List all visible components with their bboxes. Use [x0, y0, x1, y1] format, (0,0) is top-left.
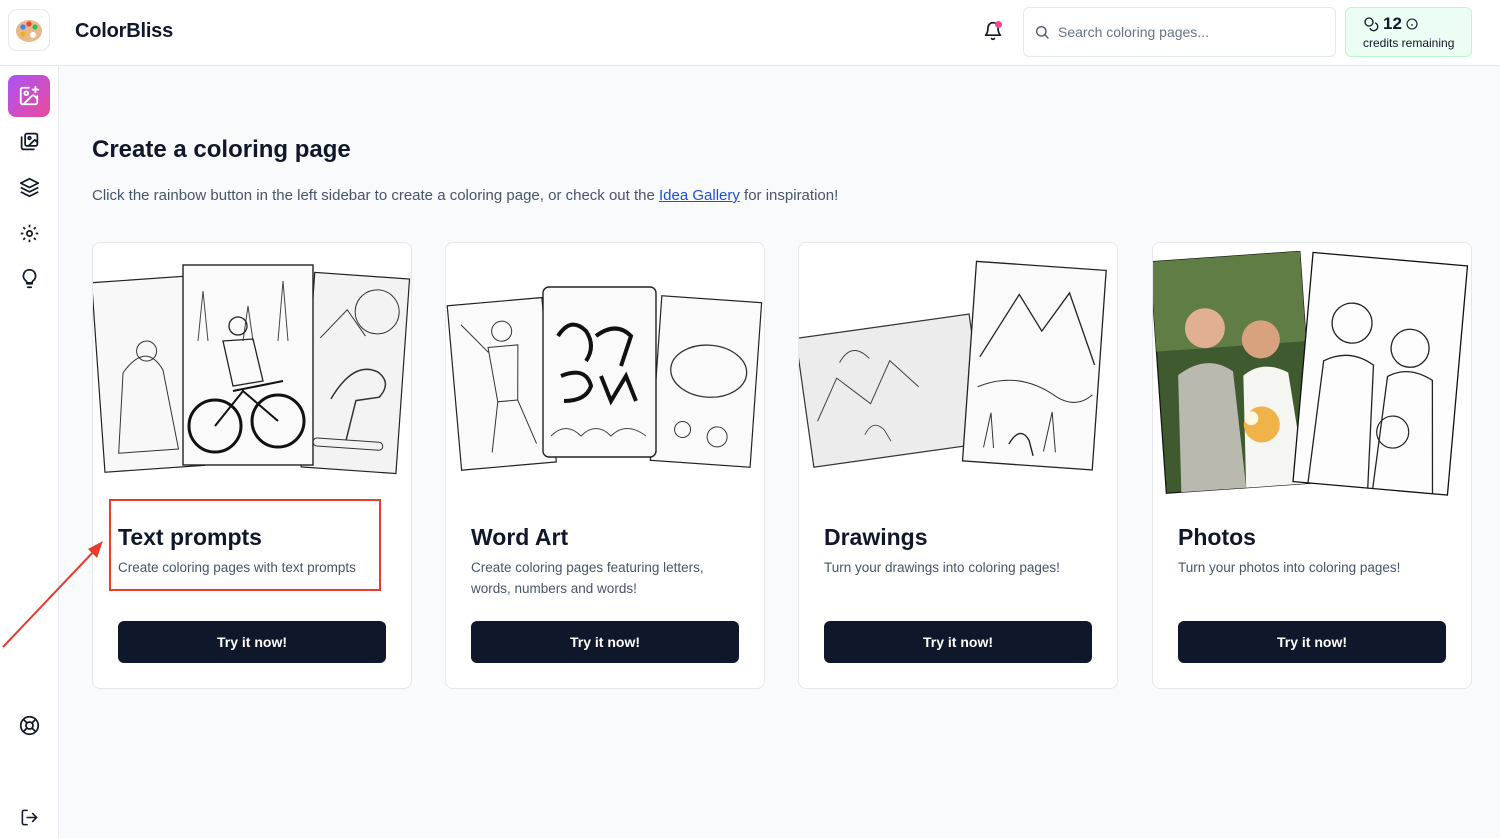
sidebar-item-ideas[interactable] [8, 257, 50, 299]
lightbulb-icon [22, 268, 36, 288]
drawings-illustration [799, 260, 1107, 471]
sidebar [0, 66, 59, 838]
card-drawings: Drawings Turn your drawings into colorin… [798, 242, 1118, 689]
page-title: Create a coloring page [92, 136, 351, 163]
settings-icon [20, 224, 38, 242]
info-icon[interactable] [1406, 18, 1418, 30]
idea-gallery-link[interactable]: Idea Gallery [659, 187, 740, 204]
sidebar-item-layers[interactable] [8, 166, 50, 208]
credits-label: credits remaining [1363, 36, 1455, 50]
text-prompts-illustration [93, 264, 411, 475]
credits-badge[interactable]: 12 credits remaining [1345, 7, 1472, 57]
card-word-art: Word Art Create coloring pages featuring… [445, 242, 765, 689]
create-image-icon [19, 85, 40, 106]
search-input[interactable] [1058, 24, 1308, 40]
card-description: Create coloring pages featuring letters,… [471, 560, 704, 596]
brand-name[interactable]: ColorBliss [75, 20, 173, 43]
sidebar-item-gallery[interactable] [8, 120, 50, 162]
sidebar-item-logout[interactable] [8, 796, 50, 838]
card-description: Turn your drawings into coloring pages! [824, 560, 1060, 575]
try-drawings-button[interactable]: Try it now! [824, 621, 1092, 663]
card-description: Turn your photos into coloring pages! [1178, 560, 1401, 575]
sidebar-item-help[interactable] [8, 704, 50, 746]
photos-illustration [1153, 251, 1469, 496]
try-photos-button[interactable]: Try it now! [1178, 621, 1446, 663]
search-box[interactable] [1023, 7, 1336, 57]
palette-logo-icon[interactable] [8, 9, 50, 51]
sidebar-item-create[interactable] [8, 75, 50, 117]
credits-count: 12 [1383, 14, 1402, 33]
subtitle-text-before: Click the rainbow button in the left sid… [92, 187, 659, 204]
try-text-prompts-button[interactable]: Try it now! [118, 621, 386, 663]
logout-icon [21, 809, 37, 825]
annotation-highlight-box [109, 499, 381, 591]
notification-dot [995, 21, 1002, 28]
card-title: Word Art [471, 524, 569, 550]
coins-icon [1364, 17, 1379, 32]
card-text-prompts: Text prompts Create coloring pages with … [92, 242, 412, 689]
card-photos: Photos Turn your photos into coloring pa… [1152, 242, 1472, 689]
word-art-illustration [446, 286, 763, 471]
search-icon [1036, 26, 1049, 39]
try-word-art-button[interactable]: Try it now! [471, 621, 739, 663]
subtitle-text-after: for inspiration! [739, 187, 839, 204]
card-title: Drawings [824, 524, 928, 550]
notification-bell-icon[interactable] [981, 19, 1005, 43]
card-title: Photos [1178, 524, 1256, 550]
help-icon [19, 715, 39, 735]
sidebar-item-settings[interactable] [8, 212, 50, 254]
gallery-icon [20, 132, 38, 150]
annotation-arrow-icon [2, 541, 103, 648]
layers-icon [19, 177, 39, 197]
page-subtitle: Click the rainbow button in the left sid… [92, 187, 838, 204]
top-header: ColorBliss 12 credits remaining [0, 0, 1500, 66]
